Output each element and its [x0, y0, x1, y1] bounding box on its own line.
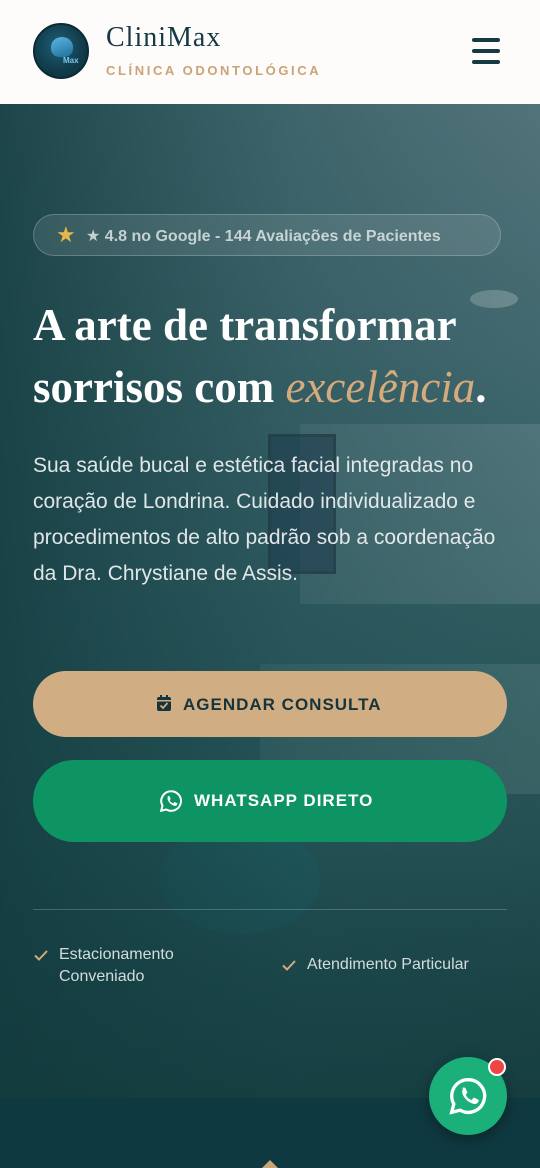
hamburger-menu-icon[interactable] [470, 36, 502, 66]
headline-suffix: . [475, 362, 487, 412]
site-header: Max CliniMax CLÍNICA ODONTOLÓGICA [0, 0, 540, 104]
hero-section: ★ ★ 4.8 no Google - 144 Avaliações de Pa… [0, 104, 540, 1098]
star-icon: ★ [56, 222, 76, 247]
schedule-appointment-button[interactable]: AGENDAR CONSULTA [33, 671, 507, 737]
divider [33, 909, 507, 910]
feature-item: Atendimento Particular [281, 954, 521, 978]
rating-text: ★ 4.8 no Google - 144 Avaliações de Paci… [86, 228, 441, 245]
tooth-icon [51, 37, 73, 57]
brand-subtitle: CLÍNICA ODONTOLÓGICA [106, 63, 322, 78]
clinic-logo[interactable]: Max [33, 23, 89, 79]
google-rating-badge: ★ ★ 4.8 no Google - 144 Avaliações de Pa… [33, 214, 501, 256]
feature-item: Estacionamento Conveniado [33, 944, 233, 990]
feature-label: Estacionamento Conveniado [59, 946, 174, 985]
headline-accent: excelência [285, 362, 476, 412]
hero-headline: A arte de transformar sorrisos com excel… [33, 294, 513, 418]
brand-name[interactable]: CliniMax [106, 22, 221, 54]
headline-line2: sorrisos com [33, 362, 286, 412]
check-icon [34, 950, 48, 961]
decorative-mark [262, 1160, 278, 1168]
whatsapp-icon [449, 1077, 487, 1115]
calendar-check-icon [157, 695, 171, 711]
floating-whatsapp-button[interactable] [429, 1057, 507, 1135]
whatsapp-direct-button[interactable]: WHATSAPP DIRETO [33, 760, 507, 842]
notification-dot [488, 1058, 506, 1076]
schedule-button-label: AGENDAR CONSULTA [183, 695, 382, 714]
headline-line1: A arte de transformar [33, 300, 457, 350]
whatsapp-button-label: WHATSAPP DIRETO [194, 791, 374, 810]
hero-description: Sua saúde bucal e estética facial integr… [33, 454, 496, 585]
check-icon [282, 960, 296, 971]
whatsapp-icon [159, 790, 182, 813]
logo-mark-text: Max [63, 56, 79, 65]
feature-label: Atendimento Particular [307, 956, 469, 973]
